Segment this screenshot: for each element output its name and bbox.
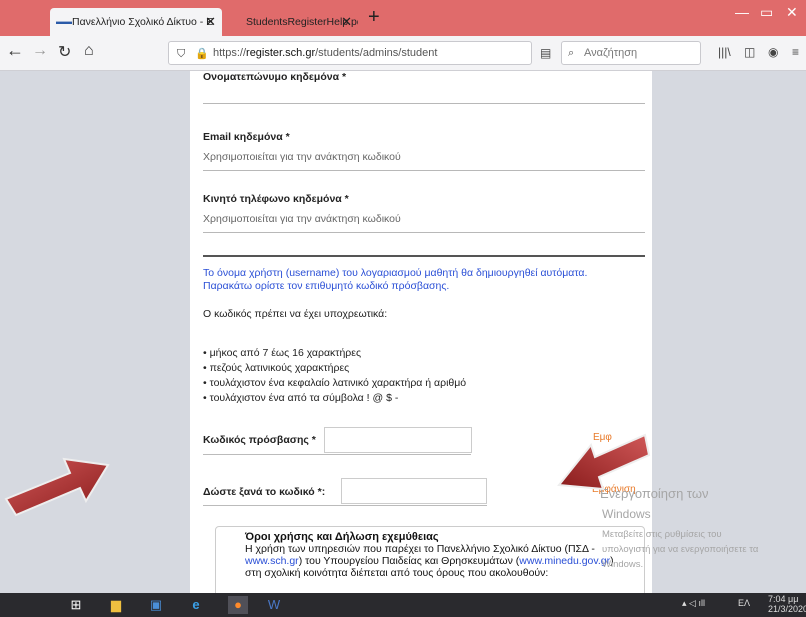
word-icon[interactable]: W [264,596,284,614]
control-panel-icon[interactable]: ▣ [146,596,166,614]
activation-watermark-text: Μεταβείτε στις ρυθμίσεις του υπολογιστή … [602,527,802,572]
clock-date: 21/3/2020 [768,604,806,614]
password-input[interactable] [324,427,472,453]
guardian-email-field[interactable]: Χρησιμοποιείται για την ανάκτηση κωδικού [203,151,401,163]
tray-icons[interactable]: ▴ ◁ ıll [682,598,705,609]
password-label: Κωδικός πρόσβασης * [203,434,316,446]
lock-icon[interactable]: 🔒 [195,43,209,64]
list-item: τουλάχιστον ένα κεφαλαίο λατινικό χαρακτ… [203,376,467,391]
sidebar-icon[interactable]: ◫ [744,45,755,59]
url-domain: register.sch.gr [246,47,316,59]
activation-watermark-subtitle: Windows [602,507,651,521]
guardian-name-field[interactable] [203,103,645,104]
guardian-name-label: Ονοματεπώνυμο κηδεμόνα * [203,71,347,83]
terms-line: ) του Υπουργείου Παιδείας και Θρησκευμάτ… [298,555,520,567]
password-underline [203,454,471,455]
forward-icon[interactable]: → [32,42,48,60]
list-item: μήκος από 7 έως 16 χαρακτήρες [203,346,466,361]
guardian-email-label: Email κηδεμόνα * [203,131,290,143]
requirements-intro: Ο κωδικός πρέπει να έχει υποχρεωτικά: [203,308,388,320]
clock-time: 7:04 μμ [768,594,799,604]
search-icon: ⌕ [568,47,575,59]
section-divider [203,255,645,257]
info-line: Το όνομα χρήστη (username) του λογαριασμ… [203,267,588,279]
back-icon[interactable]: ← [6,40,24,61]
minimize-icon[interactable]: — [735,4,749,20]
clock[interactable]: 7:04 μμ 21/3/2020 [768,594,806,614]
tracking-shield-icon[interactable]: ⛉ [177,43,185,64]
windows-start-icon[interactable]: ⊞ [66,596,86,614]
tab-title: Πανελλήνιο Σχολικό Δίκτυο - Ε [72,16,214,28]
guardian-email-underline [203,170,645,171]
right-arrow-icon [557,433,651,491]
terms-line: στη σχολική κοινότητα διέπεται από τους … [245,567,549,579]
tab-pdf[interactable]: StudentsRegisterHelp.pdf ✕ [224,8,358,36]
minedu-link[interactable]: www.minedu.gov.gr [519,555,610,567]
language-indicator[interactable]: ΕΛ [738,598,750,608]
sch-link[interactable]: www.sch.gr [245,555,299,567]
firefox-icon[interactable]: ● [228,596,248,614]
home-icon[interactable]: ⌂ [84,42,94,60]
file-explorer-icon[interactable]: ▆ [106,596,126,614]
close-tab-icon[interactable]: ✕ [341,8,352,36]
browser-toolbar: ← → ↻ ⌂ ⛉ 🔒 https://register.sch.gr/stud… [0,36,806,71]
url-path: /students/admins/student [315,47,438,59]
username-info: Το όνομα χρήστη (username) του λογαριασμ… [203,267,587,293]
guardian-phone-underline [203,232,645,233]
search-placeholder: Αναζήτηση [584,47,638,59]
info-line: Παρακάτω ορίστε τον επιθυμητό κωδικό πρό… [203,280,450,292]
page-viewport: Ονοματεπώνυμο κηδεμόνα * Email κηδεμόνα … [0,71,806,593]
menu-icon[interactable]: ≡ [792,45,799,59]
search-input[interactable]: ⌕ Αναζήτηση [561,41,701,65]
guardian-phone-label: Κινητό τηλέφωνο κηδεμόνα * [203,193,349,205]
maximize-icon[interactable]: ▭ [760,4,773,21]
close-window-icon[interactable]: ✕ [786,4,798,21]
url-bar[interactable]: ⛉ 🔒 https://register.sch.gr/students/adm… [168,41,532,65]
confirm-underline [203,505,487,506]
terms-line: Η χρήση των υπηρεσιών που παρέχει το Παν… [245,543,595,555]
reader-view-icon[interactable]: ▤ [540,46,551,60]
confirm-password-label: Δώστε ξανά το κωδικό *: [203,486,326,498]
reload-icon[interactable]: ↻ [58,42,71,62]
watermark-line: υπολογιστή για να ενεργοποιήσετε τα [602,544,759,555]
library-icon[interactable]: |||\ [718,45,731,59]
list-item: πεζούς λατινικούς χαρακτήρες [203,361,466,376]
tab-psd[interactable]: ▬▬ Πανελλήνιο Σχολικό Δίκτυο - Ε ✕ [50,8,222,36]
new-tab-icon[interactable]: + [368,6,380,29]
close-tab-icon[interactable]: ✕ [205,8,216,36]
browser-tab-bar: ▬▬ Πανελλήνιο Σχολικό Δίκτυο - Ε ✕ Stude… [0,0,806,36]
watermark-line: Windows. [602,559,644,570]
watermark-line: Μεταβείτε στις ρυθμίσεις του [602,529,722,540]
confirm-password-input[interactable] [341,478,487,504]
guardian-phone-field[interactable]: Χρησιμοποιείται για την ανάκτηση κωδικού [203,213,401,225]
psd-favicon-icon: ▬▬ [56,17,72,26]
requirements-list: μήκος από 7 έως 16 χαρακτήρες πεζούς λατ… [203,346,467,406]
account-icon[interactable]: ◉ [768,45,778,59]
left-arrow-icon [4,457,110,517]
terms-text: Η χρήση των υπηρεσιών που παρέχει το Παν… [245,543,645,579]
terms-title: Όροι χρήσης και Δήλωση εχεμύθειας [245,531,439,543]
list-item: τουλάχιστον ένα από τα σύμβολα ! @ $ - [203,391,466,406]
form-card [190,71,652,593]
windows-taskbar: ⊞ ▆ ▣ e ● W ▴ ◁ ıll ΕΛ 7:04 μμ 21/3/2020 [0,593,806,617]
url-scheme: https:// [213,47,247,59]
internet-explorer-icon[interactable]: e [186,596,206,614]
